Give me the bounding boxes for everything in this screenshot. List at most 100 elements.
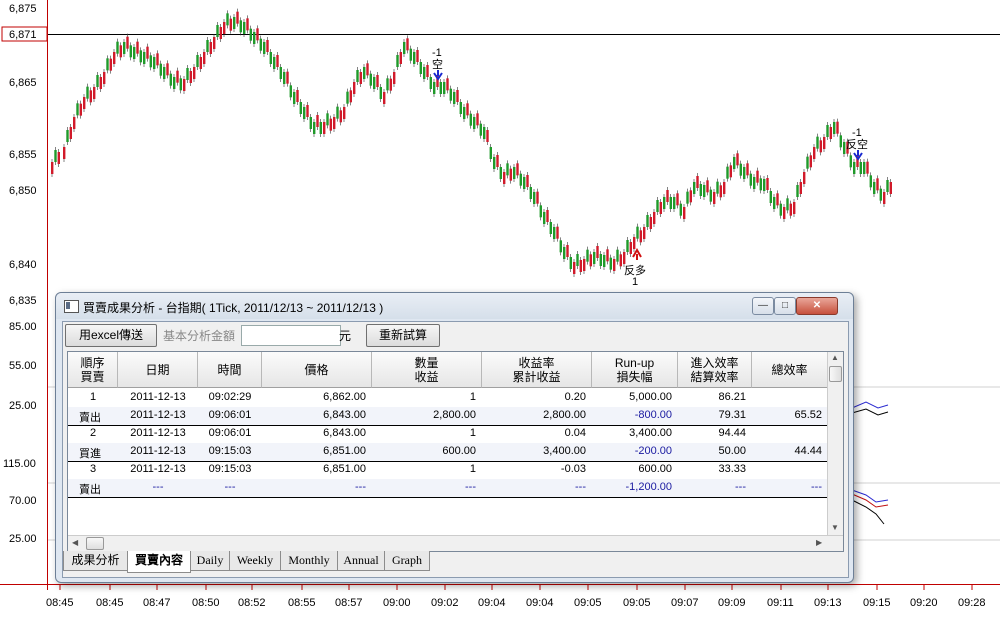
candle — [216, 25, 219, 37]
table-cell: 6,862.00 — [323, 391, 366, 403]
indicator-line-black — [851, 408, 889, 416]
candle — [376, 75, 379, 87]
candle — [76, 103, 79, 116]
signal-label: 反多 — [624, 263, 646, 277]
candle — [623, 252, 626, 264]
table-row[interactable]: 2 2011-12-13 09:06:01 6,843.00 1 0.04 3,400.00… — [68, 425, 828, 443]
table-cell: 6,843.00 — [323, 427, 366, 439]
tab-results[interactable]: 成果分析 — [63, 551, 128, 571]
amount-label: 基本分析金額 — [163, 329, 236, 343]
column-header[interactable]: 數量 收益 — [372, 352, 482, 388]
table-cell: 2,800.00 — [543, 409, 586, 421]
candle — [356, 70, 359, 82]
signal-label: 空 — [432, 57, 443, 71]
table-row[interactable]: 1 2011-12-13 09:02:29 6,862.00 1 0.20 5,000.00… — [68, 389, 828, 407]
table-row[interactable]: 買進 2011-12-13 09:15:03 6,851.00 600.00 3,400.… — [68, 443, 828, 462]
candle — [86, 86, 89, 99]
candle — [409, 48, 412, 61]
column-header[interactable]: 進入效率 結算效率 — [678, 352, 752, 388]
candle — [666, 190, 669, 202]
minimize-button[interactable]: — — [752, 297, 774, 315]
candle — [296, 90, 299, 102]
candle — [836, 121, 839, 134]
candle — [526, 175, 529, 187]
table-cell: --- — [735, 481, 746, 493]
table-cell: 94.44 — [718, 427, 746, 439]
column-header[interactable]: 時間 — [198, 352, 262, 388]
column-header[interactable]: 日期 — [118, 352, 198, 388]
candle — [346, 91, 349, 104]
candle — [789, 203, 792, 216]
candle — [439, 82, 442, 94]
candle — [596, 246, 599, 258]
maximize-button[interactable]: □ — [774, 297, 796, 315]
candle — [299, 102, 302, 114]
tab-weekly[interactable]: Weekly — [229, 551, 281, 571]
scroll-right-icon[interactable]: ▶ — [816, 538, 822, 547]
column-header-line: 價格 — [304, 363, 329, 377]
horizontal-scrollbar[interactable]: ◀ ▶ — [68, 535, 843, 551]
candle — [566, 245, 569, 257]
candle — [73, 117, 76, 129]
candle — [413, 52, 416, 64]
vertical-scroll-thumb[interactable] — [829, 366, 842, 382]
candle — [466, 103, 469, 116]
candle — [389, 78, 392, 91]
candle — [739, 163, 742, 176]
tab-graph[interactable]: Graph — [384, 551, 430, 571]
candle — [373, 77, 376, 89]
candle — [269, 52, 272, 64]
candle — [136, 41, 139, 54]
tab-annual[interactable]: Annual — [337, 551, 385, 571]
candle — [306, 105, 309, 117]
candle — [873, 182, 876, 194]
time-axis-labels: 08:45 08:45 08:47 08:50 08:52 08:55 08:57 09:00… — [46, 585, 986, 609]
column-header-line: 買賣 — [80, 370, 105, 384]
tab-daily[interactable]: Daily — [190, 551, 230, 571]
horizontal-scroll-thumb[interactable] — [86, 537, 104, 550]
candle — [103, 72, 106, 84]
candle — [679, 203, 682, 216]
amount-input[interactable] — [241, 325, 341, 346]
table-row[interactable]: 賣出 --- --- --- --- --- -1,200.00 --- --- — [68, 479, 828, 498]
export-excel-button[interactable]: 用excel傳送 — [65, 324, 157, 347]
scroll-down-icon[interactable]: ▼ — [831, 523, 839, 532]
close-button[interactable]: ✕ — [796, 297, 838, 315]
candle — [746, 163, 749, 176]
column-header[interactable]: 總效率 — [752, 352, 828, 388]
recalculate-button[interactable]: 重新試算 — [366, 324, 440, 347]
dialog-titlebar[interactable]: 買賣成果分析 - 台指期( 1Tick, 2011/12/13 ~ 2011/1… — [56, 293, 853, 319]
candle — [349, 90, 352, 103]
table-cell: 0.20 — [564, 391, 586, 403]
candle — [249, 28, 252, 41]
candle — [443, 82, 446, 94]
time-label: 09:00 — [383, 597, 411, 609]
dialog-body: 用excel傳送 基本分析金額 元 重新試算 順序 買賣 日期 時間 價格 數量 收益 收益率… — [62, 321, 849, 578]
vertical-scrollbar[interactable]: ▲ ▼ — [827, 352, 843, 535]
trade-analysis-dialog: 買賣成果分析 - 台指期( 1Tick, 2011/12/13 ~ 2011/1… — [55, 292, 854, 583]
candle — [493, 157, 496, 169]
table-row[interactable]: 賣出 2011-12-13 09:06:01 6,843.00 2,800.00 2,80… — [68, 407, 828, 426]
candle — [659, 202, 662, 214]
tab-trades[interactable]: 買賣內容 — [127, 551, 191, 573]
column-header[interactable]: 收益率 累計收益 — [482, 352, 592, 388]
column-header-line: 收益率 — [518, 356, 555, 370]
price-label: 6,855 — [9, 149, 37, 161]
candle — [826, 125, 829, 137]
table-row[interactable]: 3 2011-12-13 09:15:03 6,851.00 1 -0.03 600.00 3… — [68, 461, 828, 479]
column-header[interactable]: 價格 — [262, 352, 372, 388]
indicator-label: 25.00 — [9, 400, 37, 412]
tab-monthly[interactable]: Monthly — [280, 551, 338, 571]
candle — [609, 257, 612, 270]
scroll-left-icon[interactable]: ◀ — [72, 538, 78, 547]
candle — [326, 113, 329, 126]
table-cell: 09:06:01 — [208, 427, 252, 439]
column-header[interactable]: 順序 買賣 — [68, 352, 118, 388]
candle — [576, 254, 579, 266]
candle — [859, 162, 862, 174]
candle — [303, 107, 306, 119]
column-header[interactable]: Run-up 損失幅 — [592, 352, 678, 388]
scroll-up-icon[interactable]: ▲ — [831, 353, 839, 362]
table-cell: 3,400.00 — [629, 427, 672, 439]
candle — [453, 92, 456, 104]
